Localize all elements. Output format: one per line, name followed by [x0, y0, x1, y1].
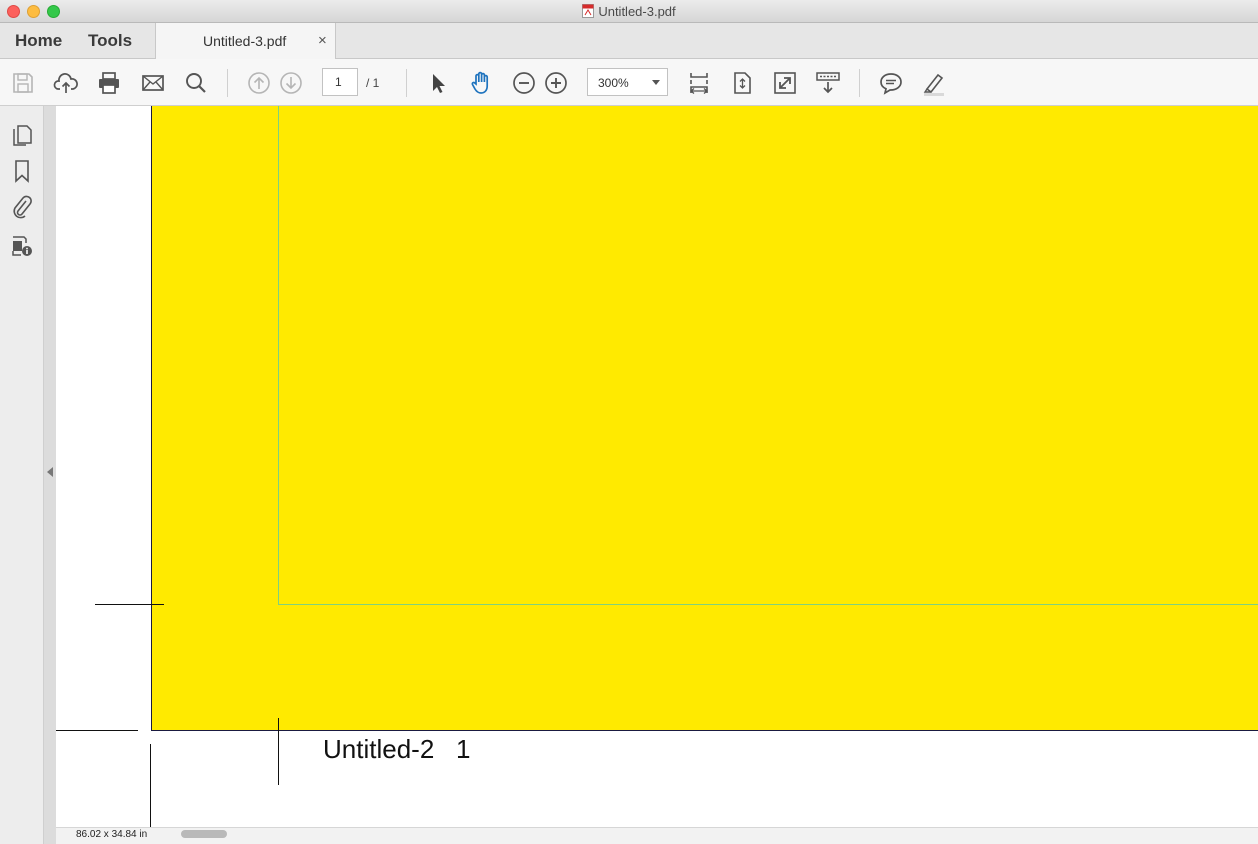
fit-width-button[interactable]	[686, 70, 712, 96]
window-title: Untitled-3.pdf	[0, 4, 1258, 19]
upload-cloud-button[interactable]	[53, 70, 79, 96]
minus-circle-icon	[513, 72, 535, 94]
arrow-down-circle-icon	[280, 72, 302, 94]
document-tab-label: Untitled-3.pdf	[203, 33, 287, 49]
chevron-left-icon	[47, 467, 53, 477]
sidebar-collapse-handle[interactable]	[44, 106, 56, 844]
document-properties-icon[interactable]	[9, 232, 35, 258]
plus-circle-icon	[545, 72, 567, 94]
close-tab-button[interactable]: ×	[318, 32, 327, 49]
expand-icon	[774, 72, 796, 94]
zoom-value: 300%	[598, 76, 629, 90]
full-screen-button[interactable]	[772, 70, 798, 96]
save-icon	[13, 73, 33, 93]
arrow-up-circle-icon	[248, 72, 270, 94]
crop-mark	[278, 718, 279, 785]
zoom-in-button[interactable]	[543, 70, 569, 96]
slug-label: Untitled-2 1	[323, 734, 471, 764]
horizontal-scrollbar-thumb[interactable]	[181, 830, 227, 838]
crop-mark	[56, 730, 138, 731]
toolbar-separator	[406, 69, 407, 97]
hand-tool-button[interactable]	[468, 70, 494, 96]
highlight-button[interactable]	[921, 70, 947, 96]
left-sidebar	[0, 106, 44, 844]
toolbar: / 1 300%	[0, 59, 1258, 106]
hand-icon	[471, 71, 489, 94]
comment-button[interactable]	[878, 70, 904, 96]
cloud-upload-icon	[53, 73, 78, 93]
search-icon	[186, 73, 206, 93]
printer-icon	[99, 72, 119, 94]
keyboard-down-icon	[816, 72, 840, 94]
title-bar: Untitled-3.pdf	[0, 0, 1258, 23]
scroll-mode-button[interactable]	[815, 70, 841, 96]
tab-bar: Home Tools Untitled-3.pdf ×	[0, 23, 1258, 59]
page-total: / 1	[366, 76, 380, 90]
zoom-select[interactable]: 300%	[587, 68, 668, 96]
window-title-text: Untitled-3.pdf	[598, 4, 676, 19]
page-number-input[interactable]	[322, 68, 358, 96]
page-dimensions: 86.02 x 34.84 in	[76, 829, 148, 840]
status-bar: 86.02 x 34.84 in	[56, 827, 1258, 844]
speech-bubble-icon	[880, 73, 902, 95]
chevron-down-icon	[652, 80, 660, 85]
fit-width-icon	[689, 73, 709, 94]
fit-page-icon	[734, 72, 751, 94]
page-thumbnails-icon[interactable]	[9, 121, 35, 147]
document-viewport[interactable]: Untitled-2 1	[56, 106, 1258, 827]
print-button[interactable]	[96, 70, 122, 96]
document-tab[interactable]: Untitled-3.pdf ×	[155, 23, 336, 59]
bookmark-icon[interactable]	[9, 158, 35, 184]
toolbar-separator	[859, 69, 860, 97]
pointer-arrow-icon	[433, 74, 445, 93]
pdf-file-icon	[582, 4, 595, 18]
next-page-button[interactable]	[278, 70, 304, 96]
email-button[interactable]	[140, 70, 166, 96]
tab-home[interactable]: Home	[15, 31, 62, 51]
trim-guide	[278, 106, 1258, 605]
crop-mark	[95, 604, 164, 605]
zoom-out-button[interactable]	[511, 70, 537, 96]
crop-mark	[150, 744, 151, 827]
paperclip-icon[interactable]	[9, 194, 35, 220]
tab-tools[interactable]: Tools	[88, 31, 132, 51]
save-button[interactable]	[10, 70, 36, 96]
search-button[interactable]	[183, 70, 209, 96]
envelope-icon	[142, 75, 164, 91]
previous-page-button[interactable]	[246, 70, 272, 96]
toolbar-separator	[227, 69, 228, 97]
highlighter-pen-icon	[923, 73, 944, 96]
select-tool-button[interactable]	[425, 70, 451, 96]
fit-page-button[interactable]	[729, 70, 755, 96]
